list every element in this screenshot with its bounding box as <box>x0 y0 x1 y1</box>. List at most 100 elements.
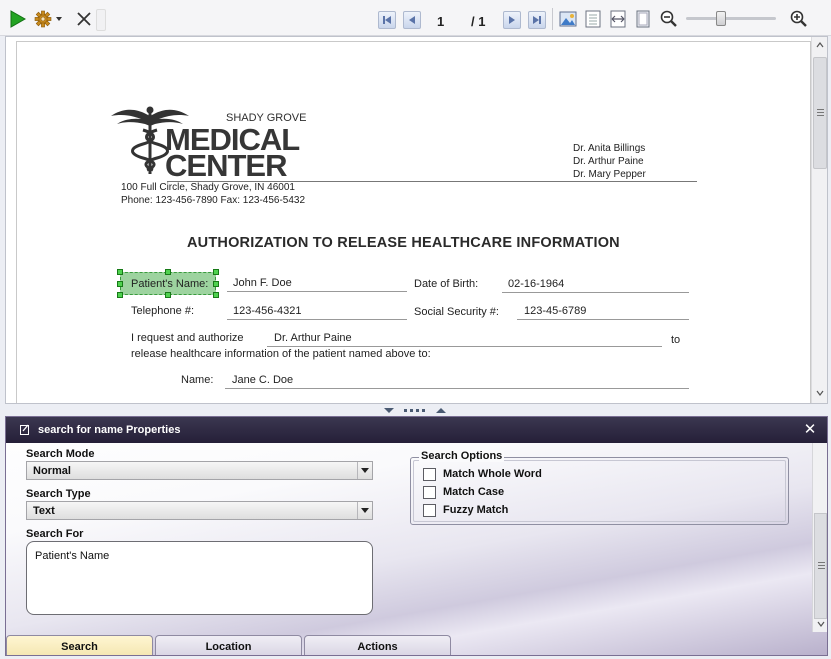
doctor-list: Dr. Anita Billings Dr. Arthur Paine Dr. … <box>573 142 646 181</box>
gear-icon <box>34 10 62 28</box>
ssn-value: 123-45-6789 <box>524 305 587 317</box>
zoom-out-icon <box>660 10 677 27</box>
resize-handle[interactable] <box>165 269 171 275</box>
fit-width-button[interactable] <box>609 10 627 28</box>
search-options-title: Search Options <box>419 450 505 462</box>
resize-handle[interactable] <box>213 281 219 287</box>
recipient-name-label: Name: <box>181 374 214 386</box>
patient-name-value: John F. Doe <box>233 277 292 289</box>
next-page-icon <box>509 16 515 24</box>
edit-properties-icon <box>20 424 29 435</box>
search-mode-dropdown-button[interactable] <box>357 462 372 479</box>
patient-name-label: Patient's Name: <box>131 278 209 290</box>
authorize-text: I request and authorize <box>131 332 244 344</box>
fuzzy-match-checkbox[interactable] <box>423 504 436 517</box>
phone-fax-line: Phone: 123-456-7890 Fax: 123-456-5432 <box>121 195 306 206</box>
zoom-slider[interactable] <box>686 11 776 26</box>
play-icon <box>10 10 26 28</box>
form-underline <box>517 319 689 320</box>
resize-handle[interactable] <box>165 292 171 298</box>
previous-page-icon <box>409 16 415 24</box>
settings-button[interactable] <box>34 9 64 29</box>
scroll-down-icon[interactable] <box>817 620 825 628</box>
current-page-number[interactable]: 1 <box>437 14 449 29</box>
app-window: 1 / 1 SHADY GROVE MEDICAL CENTER Dr. Ani… <box>0 0 831 659</box>
fit-width-icon <box>610 10 626 28</box>
form-underline <box>225 388 689 389</box>
previous-page-button[interactable] <box>403 11 421 29</box>
dob-label: Date of Birth: <box>414 278 479 290</box>
search-type-dropdown-button[interactable] <box>357 502 372 519</box>
document-vertical-scrollbar[interactable] <box>811 37 827 403</box>
zoom-out-button[interactable] <box>660 10 678 28</box>
panel-scroll-thumb[interactable] <box>814 513 827 619</box>
tab-search[interactable]: Search <box>6 635 153 655</box>
chevron-down-icon <box>361 468 369 473</box>
authorize-value: Dr. Arthur Paine <box>274 332 352 344</box>
search-options-group: Search Options Match Whole Word Match Ca… <box>410 450 789 525</box>
first-page-icon <box>383 16 391 24</box>
clinic-address: 100 Full Circle, Shady Grove, IN 46001 P… <box>121 181 305 207</box>
dob-value: 02-16-1964 <box>508 278 565 290</box>
next-page-button[interactable] <box>503 11 521 29</box>
resize-handle[interactable] <box>213 292 219 298</box>
doctor-name: Dr. Arthur Paine <box>573 156 644 167</box>
image-view-button[interactable] <box>559 10 577 28</box>
search-mode-select[interactable]: Normal <box>26 461 373 480</box>
resize-handle[interactable] <box>213 269 219 275</box>
close-icon <box>77 12 91 26</box>
document-viewer[interactable]: SHADY GROVE MEDICAL CENTER Dr. Anita Bil… <box>5 36 828 404</box>
logo-line-center: CENTER <box>165 148 287 183</box>
search-type-label: Search Type <box>26 488 91 500</box>
document-page[interactable]: SHADY GROVE MEDICAL CENTER Dr. Anita Bil… <box>16 41 811 403</box>
form-underline <box>502 292 689 293</box>
fit-page-icon <box>585 10 601 28</box>
fit-page-button[interactable] <box>584 10 602 28</box>
panel-splitter[interactable] <box>380 406 452 416</box>
tab-location[interactable]: Location <box>155 635 302 655</box>
delete-button[interactable] <box>74 9 94 29</box>
fuzzy-match-label[interactable]: Fuzzy Match <box>443 504 508 516</box>
resize-handle[interactable] <box>117 269 123 275</box>
run-button[interactable] <box>8 9 28 29</box>
authorize-to-text: to <box>671 334 681 346</box>
form-title: AUTHORIZATION TO RELEASE HEALTHCARE INFO… <box>187 235 620 251</box>
last-page-button[interactable] <box>528 11 546 29</box>
match-whole-word-checkbox[interactable] <box>423 468 436 481</box>
doctor-name: Dr. Mary Pepper <box>573 169 646 180</box>
form-underline <box>267 346 662 347</box>
tab-actions[interactable]: Actions <box>304 635 451 655</box>
match-whole-word-label[interactable]: Match Whole Word <box>443 468 542 480</box>
panel-title: search for name Properties <box>38 424 181 436</box>
resize-handle[interactable] <box>117 292 123 298</box>
release-text: release healthcare information of the pa… <box>131 348 431 360</box>
scroll-up-icon[interactable] <box>816 41 824 49</box>
telephone-label: Telephone #: <box>131 305 194 317</box>
panel-tabs: Search Location Actions <box>6 633 827 655</box>
toolbar-separator <box>552 8 553 30</box>
last-page-icon <box>533 16 541 24</box>
zoom-in-icon <box>790 10 807 27</box>
resize-handle[interactable] <box>117 281 123 287</box>
match-case-label[interactable]: Match Case <box>443 486 504 498</box>
zoom-in-button[interactable] <box>790 10 808 28</box>
form-underline <box>227 291 407 292</box>
panel-header: search for name Properties ✕ <box>6 417 827 443</box>
close-panel-icon[interactable]: ✕ <box>802 420 818 438</box>
document-scroll-thumb[interactable] <box>813 57 827 169</box>
search-for-value: Patient's Name <box>35 550 110 562</box>
search-mode-value: Normal <box>33 465 71 477</box>
search-type-select[interactable]: Text <box>26 501 373 520</box>
chevron-down-icon <box>361 508 369 513</box>
panel-vertical-scrollbar[interactable] <box>812 443 827 632</box>
scroll-down-icon[interactable] <box>816 389 824 397</box>
image-icon <box>559 11 577 27</box>
single-page-button[interactable] <box>634 10 652 28</box>
zoom-slider-thumb[interactable] <box>716 11 726 26</box>
match-case-checkbox[interactable] <box>423 486 436 499</box>
search-for-input[interactable]: Patient's Name <box>26 541 373 615</box>
properties-panel: search for name Properties ✕ Search Mode… <box>5 416 828 656</box>
first-page-button[interactable] <box>378 11 396 29</box>
toolbar-grip[interactable] <box>96 9 106 31</box>
single-page-icon <box>636 10 650 28</box>
